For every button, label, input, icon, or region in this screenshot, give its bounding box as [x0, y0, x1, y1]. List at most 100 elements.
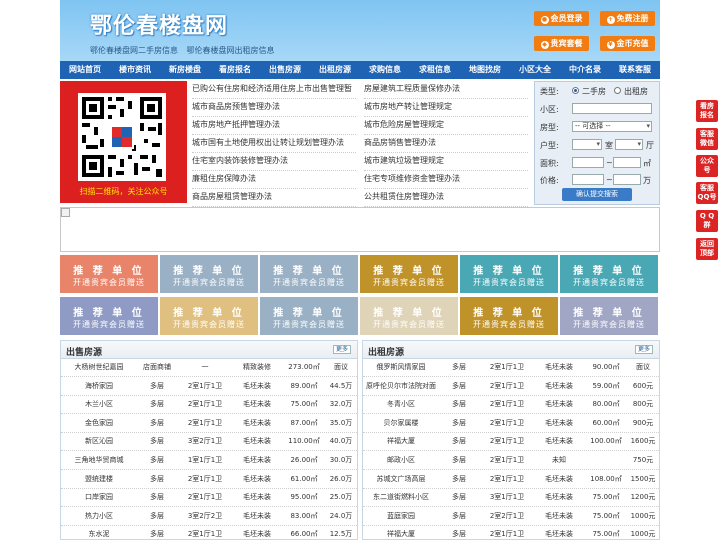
- more-button[interactable]: 更多: [332, 345, 351, 354]
- listing-name[interactable]: 木兰小区: [63, 396, 135, 414]
- nav-agencies[interactable]: 中介名录: [560, 61, 610, 79]
- listing-name[interactable]: 东水泥: [63, 526, 135, 539]
- listing-row[interactable]: 金色家园 多层 2室1厅1卫 毛坯未装 87.00㎡ 35.0万: [61, 415, 357, 433]
- listing-row[interactable]: 海桥家园 多层 2室1厅1卫 毛坯未装 89.00㎡ 44.5万: [61, 378, 357, 396]
- listing-row[interactable]: 蓝庭家园 多层 2室2厅1卫 毛坯未装 75.00㎡ 1000元: [363, 508, 659, 526]
- recommend-tile[interactable]: 推 荐 单 位开通贵宾会员赠送: [160, 255, 258, 293]
- listing-name[interactable]: 祥福大厦: [365, 433, 437, 451]
- listing-name[interactable]: 三角地华贸商城: [63, 452, 135, 470]
- recommend-tile[interactable]: 推 荐 单 位开通贵宾会员赠送: [360, 297, 458, 335]
- listing-row[interactable]: 热力小区 多层 3室2厅2卫 毛坯未装 83.00㎡ 24.0万: [61, 508, 357, 526]
- price-min-input[interactable]: [572, 174, 604, 185]
- listing-row[interactable]: 木兰小区 多层 2室1厅1卫 毛坯未装 75.00㎡ 32.0万: [61, 396, 357, 415]
- house-type-select[interactable]: -- 可选择 --: [572, 121, 652, 132]
- listing-name[interactable]: 苏城文广场高层: [365, 471, 437, 489]
- room-count-select[interactable]: [572, 139, 602, 150]
- policy-link[interactable]: 住宅室内装饰装修管理办法: [192, 153, 356, 171]
- listing-row[interactable]: 俄罗斯风情家园 多层 2室1厅1卫 毛坯未装 90.00㎡ 面议: [363, 359, 659, 377]
- nav-wanted-buy[interactable]: 求购信息: [360, 61, 410, 79]
- vip-package-button[interactable]: ◆ 贵宾套餐: [534, 36, 589, 51]
- recommend-tile[interactable]: 推 荐 单 位开通贵宾会员赠送: [460, 255, 558, 293]
- nav-home[interactable]: 网站首页: [60, 61, 110, 79]
- policy-link[interactable]: 城市建筑垃圾管理规定: [364, 153, 528, 171]
- listing-row[interactable]: 东水泥 多层 2室1厅1卫 毛坯未装 66.00㎡ 12.5万: [61, 526, 357, 539]
- hall-count-select[interactable]: [615, 139, 643, 150]
- policy-link[interactable]: 城市商品房预售管理办法: [192, 99, 356, 117]
- policy-link[interactable]: 住宅专项维修资金管理办法: [364, 171, 528, 189]
- listing-name[interactable]: 新区沁园: [63, 433, 135, 451]
- listing-row[interactable]: 三角地华贸商城 多层 1室1厅1卫 毛坯未装 26.00㎡ 30.0万: [61, 452, 357, 470]
- recommend-tile[interactable]: 推 荐 单 位开通贵宾会员赠送: [560, 297, 658, 335]
- nav-new-homes[interactable]: 新房楼盘: [160, 61, 210, 79]
- policy-link[interactable]: 城市危险房屋管理规定: [364, 117, 528, 135]
- listing-row[interactable]: 口岸家园 多层 2室1厅1卫 毛坯未装 95.00㎡ 25.0万: [61, 489, 357, 508]
- tagline-secondhand[interactable]: 鄂伦春楼盘网二手房信息: [90, 46, 178, 55]
- nav-contact-service[interactable]: 联系客服: [610, 61, 660, 79]
- type-radio-secondhand[interactable]: [572, 87, 579, 94]
- listing-name[interactable]: 邮政小区: [365, 452, 437, 470]
- policy-link[interactable]: 已购公有住房和经济适用住房上市出售管理暂: [192, 81, 356, 99]
- listing-row[interactable]: 祥福大厦 多层 2室1厅1卫 毛坯未装 75.00㎡ 1000元: [363, 526, 659, 539]
- listing-row[interactable]: 东二道街燃料小区 多层 3室1厅1卫 毛坯未装 75.00㎡ 1200元: [363, 489, 659, 508]
- float-qq-group[interactable]: Q Q群: [696, 210, 718, 232]
- recommend-tile[interactable]: 推 荐 单 位开通贵宾会员赠送: [260, 255, 358, 293]
- nav-news[interactable]: 楼市资讯: [110, 61, 160, 79]
- community-input[interactable]: [572, 103, 652, 114]
- listing-name[interactable]: 蓝庭家园: [365, 508, 437, 526]
- listing-row[interactable]: 冬青小区 多层 2室1厅1卫 毛坯未装 80.00㎡ 800元: [363, 396, 659, 415]
- listing-name[interactable]: 海桥家园: [63, 378, 135, 396]
- listing-row[interactable]: 苏城文广场高层 多层 2室1厅1卫 毛坯未装 108.00㎡ 1500元: [363, 471, 659, 489]
- policy-link[interactable]: 城市房地产转让管理规定: [364, 99, 528, 117]
- float-official-account[interactable]: 公众号: [696, 155, 718, 177]
- policy-link[interactable]: 房屋建筑工程质量保修办法: [364, 81, 528, 99]
- listing-row[interactable]: 邮政小区 多层 2室1厅1卫 未知 750元: [363, 452, 659, 470]
- recommend-tile[interactable]: 推 荐 单 位开通贵宾会员赠送: [160, 297, 258, 335]
- search-submit-button[interactable]: 确认提交搜索: [562, 188, 632, 201]
- listing-name[interactable]: 热力小区: [63, 508, 135, 526]
- listing-name[interactable]: 口岸家园: [63, 489, 135, 507]
- listing-row[interactable]: 盟统建楼 多层 2室1厅1卫 毛坯未装 61.00㎡ 26.0万: [61, 471, 357, 489]
- policy-link[interactable]: 商品房销售管理办法: [364, 135, 528, 153]
- recommend-tile[interactable]: 推 荐 单 位开通贵宾会员赠送: [60, 297, 158, 335]
- more-button[interactable]: 更多: [634, 345, 653, 354]
- listing-name[interactable]: 贝尔家属楼: [365, 415, 437, 433]
- area-max-input[interactable]: [613, 157, 641, 168]
- listing-name[interactable]: 大杨树世纪嘉园: [63, 359, 135, 377]
- type-radio-rental[interactable]: [614, 87, 621, 94]
- nav-map-search[interactable]: 地图找房: [460, 61, 510, 79]
- listing-name[interactable]: 冬青小区: [365, 396, 437, 414]
- policy-link[interactable]: 城市国有土地使用权出让转让规划管理办法: [192, 135, 356, 153]
- tagline-rental[interactable]: 鄂伦春楼盘网出租房信息: [187, 46, 275, 55]
- float-viewing-signup[interactable]: 看房 报名: [696, 100, 718, 122]
- nav-for-rent[interactable]: 出租房源: [310, 61, 360, 79]
- recommend-tile[interactable]: 推 荐 单 位开通贵宾会员赠送: [260, 297, 358, 335]
- recommend-tile[interactable]: 推 荐 单 位开通贵宾会员赠送: [560, 255, 658, 293]
- nav-communities[interactable]: 小区大全: [510, 61, 560, 79]
- policy-link[interactable]: 商品房屋租赁管理办法: [192, 189, 356, 207]
- area-min-input[interactable]: [572, 157, 604, 168]
- float-service-wechat[interactable]: 客服 微信: [696, 128, 718, 150]
- nav-viewing-signup[interactable]: 看房报名: [210, 61, 260, 79]
- listing-name[interactable]: 盟统建楼: [63, 471, 135, 489]
- policy-link[interactable]: 廉租住房保障办法: [192, 171, 356, 189]
- listing-row[interactable]: 大杨树世纪嘉园 店面商铺 一 精致装修 273.00㎡ 面议: [61, 359, 357, 377]
- listing-row[interactable]: 原呼伦贝尔市法院对面 多层 2室1厅1卫 毛坯未装 59.00㎡ 600元: [363, 378, 659, 396]
- listing-row[interactable]: 祥福大厦 多层 2室1厅1卫 毛坯未装 100.00㎡ 1600元: [363, 433, 659, 452]
- policy-link[interactable]: 城市房地产抵押管理办法: [192, 117, 356, 135]
- ad-banner[interactable]: [60, 207, 660, 252]
- site-logo[interactable]: 鄂伦春楼盘网: [90, 8, 228, 40]
- listing-row[interactable]: 新区沁园 多层 3室2厅1卫 毛坯未装 110.00㎡ 40.0万: [61, 433, 357, 452]
- listing-name[interactable]: 东二道街燃料小区: [365, 489, 437, 507]
- recharge-button[interactable]: ¥ 金币充值: [600, 36, 655, 51]
- nav-for-sale[interactable]: 出售房源: [260, 61, 310, 79]
- nav-wanted-rent[interactable]: 求租信息: [410, 61, 460, 79]
- listing-row[interactable]: 贝尔家属楼 多层 2室1厅1卫 毛坯未装 60.00㎡ 900元: [363, 415, 659, 433]
- float-back-to-top[interactable]: 返回 顶部: [696, 238, 718, 260]
- listing-name[interactable]: 原呼伦贝尔市法院对面: [365, 378, 437, 396]
- listing-name[interactable]: 俄罗斯风情家园: [365, 359, 437, 377]
- listing-name[interactable]: 祥福大厦: [365, 526, 437, 539]
- policy-link[interactable]: 公共租赁住房管理办法: [364, 189, 528, 207]
- recommend-tile[interactable]: 推 荐 单 位开通贵宾会员赠送: [460, 297, 558, 335]
- register-button[interactable]: + 免费注册: [600, 11, 655, 26]
- float-service-qq[interactable]: 客服 QQ号: [696, 182, 718, 204]
